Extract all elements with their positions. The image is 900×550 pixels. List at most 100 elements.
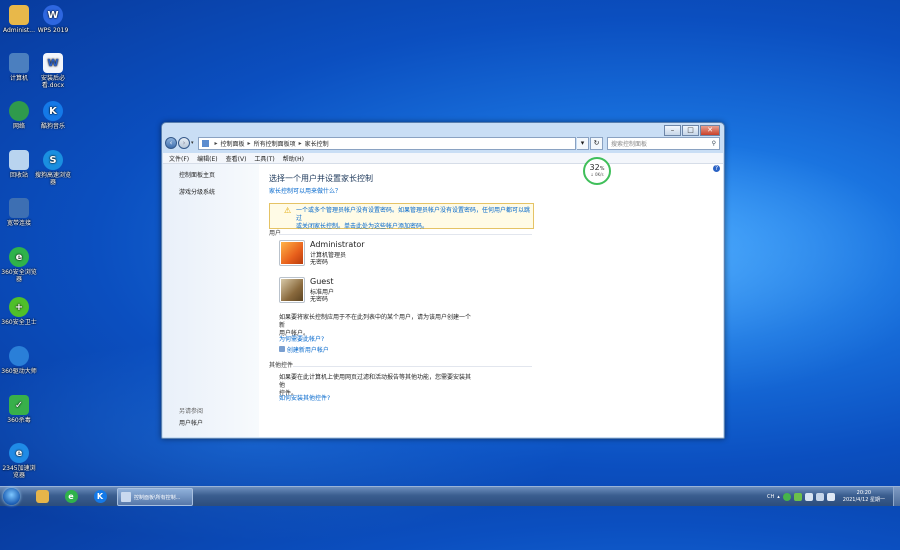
desktop-icon-360-antivirus[interactable]: ✓ 360杀毒 <box>1 395 37 424</box>
flag-tray-icon[interactable] <box>804 492 813 501</box>
close-button[interactable]: ✕ <box>700 125 720 136</box>
network-speed-gauge[interactable]: 32% ↓ 0K/s <box>583 157 611 185</box>
recycle-bin-icon <box>9 150 29 170</box>
volume-icon[interactable] <box>826 492 835 501</box>
desktop-icon-2345-browser[interactable]: e 2345加速浏览器 <box>1 443 37 479</box>
2345-browser-icon: e <box>9 443 29 463</box>
maximize-button[interactable]: □ <box>682 125 699 136</box>
folder-icon <box>35 489 49 503</box>
taskbar: e K 控制面板\所有控制... CH ▴ 20:20 2021/4/12 星期… <box>0 486 900 506</box>
taskbar-explorer[interactable] <box>29 488 55 504</box>
breadcrumb-item[interactable]: 家长控制 <box>305 139 329 148</box>
control-panel-icon <box>121 492 131 502</box>
tray-expand-icon[interactable]: ▴ <box>777 494 780 500</box>
user-password-status: 无密码 <box>310 296 329 303</box>
kugou-icon: K <box>93 489 107 503</box>
taskbar-control-panel[interactable]: 控制面板\所有控制... <box>117 488 193 506</box>
why-account-link[interactable]: 为何需要此帐户? <box>279 334 324 343</box>
help-icon[interactable]: ? <box>713 165 720 172</box>
address-dropdown-icon[interactable]: ▾ <box>577 136 589 150</box>
search-input[interactable]: 搜索控制面板 ⚲ <box>607 136 720 150</box>
desktop-icon-kugou[interactable]: K 酷狗音乐 <box>35 101 71 130</box>
user-avatar-flower <box>279 240 305 266</box>
minimize-button[interactable]: – <box>664 125 681 136</box>
desktop-icon-360-safe[interactable]: + 360安全卫士 <box>1 297 37 326</box>
back-button[interactable]: ‹ <box>165 137 177 149</box>
desktop-icon-recycle-bin[interactable]: 回收站 <box>1 150 37 179</box>
desktop-icon-label: 360驱动大师 <box>1 368 37 375</box>
warning-link[interactable]: 一个或多个管理员帐户没有设置密码。如果管理员帐户没有设置密码，任何用户都可以跳过… <box>296 207 532 231</box>
docx-icon: W <box>43 53 63 73</box>
menu-tools[interactable]: 工具(T) <box>254 154 274 163</box>
warning-line: 或关闭家长控制。单击此处为这些帐户添加密码。 <box>296 223 429 230</box>
kugou-icon: K <box>43 101 63 121</box>
see-also-heading: 另请参阅 <box>179 408 204 415</box>
breadcrumb-separator: ▸ <box>214 139 218 147</box>
menu-view[interactable]: 查看(V) <box>226 154 247 163</box>
menu-file[interactable]: 文件(F) <box>169 154 189 163</box>
taskbar-item-label: 控制面板\所有控制... <box>134 494 181 501</box>
warning-banner: ⚠ 一个或多个管理员帐户没有设置密码。如果管理员帐户没有设置密码，任何用户都可以… <box>269 203 534 231</box>
security-tray-icon[interactable] <box>793 492 802 501</box>
create-user-link[interactable]: 创建新用户帐户 <box>287 347 329 354</box>
refresh-icon[interactable]: ↻ <box>590 136 603 150</box>
desktop-icon-label: 360安全浏览器 <box>1 269 37 283</box>
breadcrumb-item[interactable]: 所有控制面板项 <box>254 139 296 148</box>
desktop-icon-readme[interactable]: W 安装后必看.docx <box>35 53 71 89</box>
taskbar-360-browser[interactable]: e <box>58 488 84 504</box>
menu-bar: 文件(F) 编辑(E) 查看(V) 工具(T) 帮助(H) <box>163 153 723 164</box>
desktop-icon-label: WPS 2019 <box>37 27 69 34</box>
navigation-bar: ‹ › ▾ ▸ 控制面板 ▸ 所有控制面板项 ▸ 家长控制 ▾ ↻ 搜索控制面板… <box>165 136 720 150</box>
address-bar[interactable]: ▸ 控制面板 ▸ 所有控制面板项 ▸ 家长控制 <box>197 136 576 150</box>
360-safe-icon: + <box>9 297 29 317</box>
desktop-icon-wps[interactable]: W WPS 2019 <box>35 5 71 34</box>
network-tray-icon[interactable] <box>815 492 824 501</box>
menu-edit[interactable]: 编辑(E) <box>197 154 217 163</box>
breadcrumb-item[interactable]: 控制面板 <box>221 139 245 148</box>
360-antivirus-shield-icon: ✓ <box>9 395 29 415</box>
window-controls: – □ ✕ <box>663 125 720 136</box>
page-title: 选择一个用户并设置家长控制 <box>269 174 373 183</box>
how-link[interactable]: 家长控制可以用来做什么？ <box>269 186 341 195</box>
recent-pages-dropdown-icon[interactable]: ▾ <box>191 140 194 146</box>
divider <box>293 366 532 367</box>
gauge-speed: ↓ 0K/s <box>590 172 604 177</box>
desktop-icon-label: Administ... <box>3 27 35 34</box>
control-panel-window: – □ ✕ ‹ › ▾ ▸ 控制面板 ▸ 所有控制面板项 ▸ 家长控制 ▾ ↻ … <box>161 122 725 439</box>
install-controls-link[interactable]: 如何安装其他控件? <box>279 393 330 402</box>
sidebar-item-game-ratings[interactable]: 游戏分级系统 <box>179 187 215 196</box>
control-panel-icon <box>201 139 209 147</box>
desktop-icon-360-driver[interactable]: 360驱动大师 <box>1 346 37 375</box>
sidebar: 控制面板主页 游戏分级系统 另请参阅 用户帐户 <box>163 164 259 437</box>
desktop-icon-label: 2345加速浏览器 <box>2 465 36 479</box>
other-controls-heading: 其他控件 <box>269 362 294 369</box>
sidebar-item-user-accounts[interactable]: 用户帐户 <box>179 418 203 427</box>
forward-button[interactable]: › <box>178 137 190 149</box>
desktop-icon-label: 计算机 <box>9 75 28 82</box>
desktop-icon-network[interactable]: 网络 <box>1 101 37 130</box>
sidebar-item-home[interactable]: 控制面板主页 <box>179 170 215 179</box>
desktop-icon-sogou-browser[interactable]: S 搜狗高速浏览器 <box>35 150 71 186</box>
menu-help[interactable]: 帮助(H) <box>283 154 304 163</box>
show-desktop-button[interactable] <box>893 487 900 506</box>
window-titlebar[interactable] <box>162 123 724 135</box>
desktop-icon-broadband[interactable]: 宽带连接 <box>1 198 37 227</box>
clock[interactable]: 20:20 2021/4/12 星期一 <box>843 490 885 504</box>
start-button[interactable] <box>3 488 20 505</box>
360-tray-icon[interactable] <box>782 492 791 501</box>
folder-icon <box>9 5 29 25</box>
desktop-icon-computer[interactable]: 计算机 <box>1 53 37 82</box>
users-heading: 用户 <box>269 230 282 237</box>
sogou-browser-icon: S <box>43 150 63 170</box>
360-browser-icon: e <box>64 489 78 503</box>
description-line: 如果要将家长控制应用于不在此列表中的某个用户，请为该用户创建一个新 <box>279 314 472 329</box>
desktop-icon-360-browser[interactable]: e 360安全浏览器 <box>1 247 37 283</box>
wps-icon: W <box>43 5 63 25</box>
input-language[interactable]: CH <box>767 494 774 500</box>
360-browser-icon: e <box>9 247 29 267</box>
taskbar-kugou[interactable]: K <box>87 488 113 504</box>
desktop-icon-administrator[interactable]: Administ... <box>1 5 37 34</box>
search-icon[interactable]: ⚲ <box>712 140 716 147</box>
computer-icon <box>9 53 29 73</box>
create-user-link-row[interactable]: 创建新用户帐户 <box>279 345 329 354</box>
